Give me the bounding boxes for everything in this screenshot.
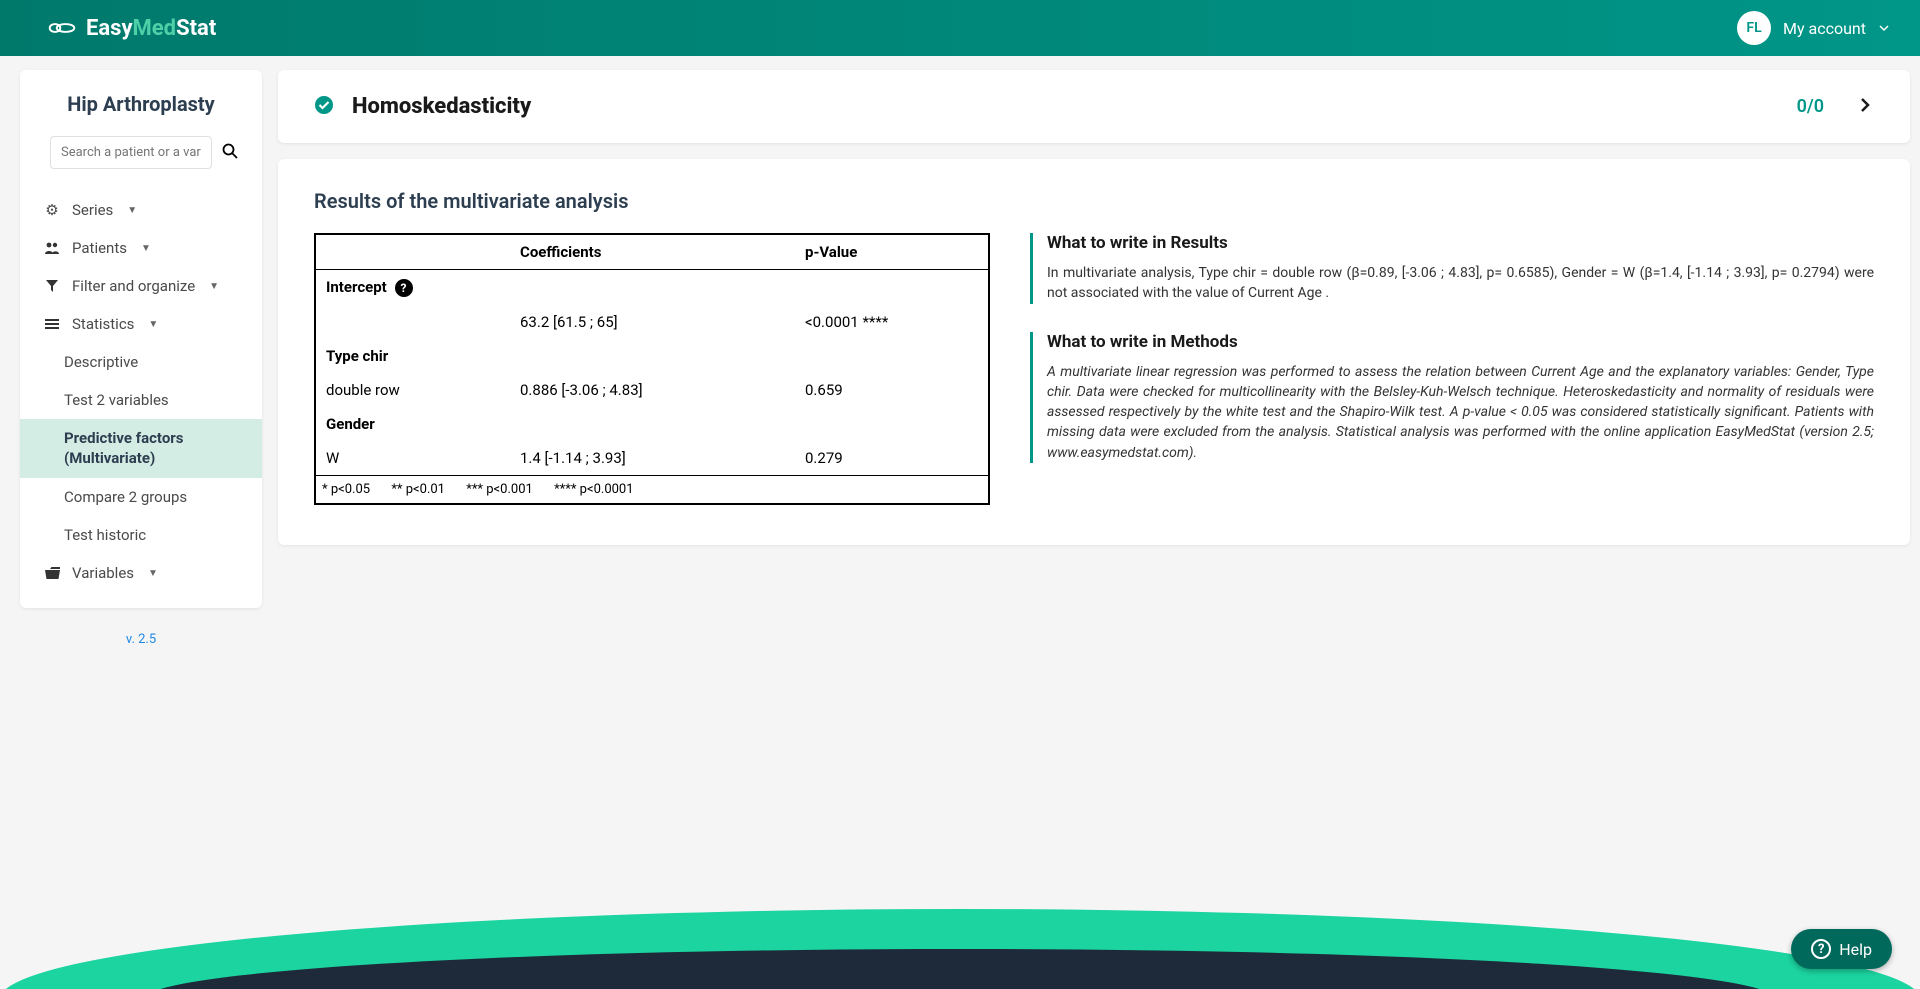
nav-label: Series	[72, 201, 113, 219]
explain-results-block: What to write in Results In multivariate…	[1030, 233, 1874, 304]
logo-icon	[48, 19, 76, 37]
nav-sub-descriptive[interactable]: Descriptive	[20, 343, 262, 381]
gear-icon: ⚙	[44, 201, 60, 219]
logo-text-suffix: Stat	[176, 16, 216, 41]
col-header-empty	[315, 234, 510, 270]
homoskedasticity-counter: 0/0	[1797, 96, 1824, 117]
cell-typechir-coef: 0.886 [-3.06 ; 4.83]	[510, 373, 795, 407]
nav-item-patients[interactable]: Patients ▼	[20, 229, 262, 267]
explain-methods-text: A multivariate linear regression was per…	[1047, 362, 1874, 463]
sidebar: Hip Arthroplasty ⚙ Series ▼ Patients	[20, 70, 262, 608]
filter-icon	[44, 279, 60, 293]
nav-sub-predictive[interactable]: Predictive factors (Multivariate)	[20, 419, 262, 478]
results-panel: Results of the multivariate analysis Coe…	[278, 159, 1910, 545]
row-intercept-label: Intercept ?	[315, 270, 510, 306]
caret-icon: ▼	[209, 281, 219, 292]
significance-legend: * p<0.05 ** p<0.01 *** p<0.001 **** p<0.…	[315, 476, 989, 505]
account-label: My account	[1783, 19, 1866, 38]
cell-gender-p: 0.279	[795, 441, 989, 476]
search-button[interactable]	[222, 143, 238, 163]
explain-column: What to write in Results In multivariate…	[1030, 233, 1874, 463]
nav-label: Test historic	[64, 526, 146, 544]
main-content: Homoskedasticity 0/0 Results of the mult…	[278, 56, 1910, 545]
project-title: Hip Arthroplasty	[20, 92, 262, 136]
cell-intercept-coef: 63.2 [61.5 ; 65]	[510, 305, 795, 339]
search-icon	[222, 143, 238, 159]
help-button-label: Help	[1839, 940, 1872, 959]
help-button[interactable]: ? Help	[1791, 929, 1892, 969]
nav-label: Predictive factors (Multivariate)	[64, 429, 238, 468]
avatar: FL	[1737, 11, 1771, 45]
col-header-coefficients: Coefficients	[510, 234, 795, 270]
cell-gender-coef: 1.4 [-1.14 ; 3.93]	[510, 441, 795, 476]
logo-text-prefix: Easy	[86, 16, 133, 41]
logo[interactable]: EasyMedStat	[48, 16, 216, 41]
row-typechir-label: Type chir	[315, 339, 510, 373]
nav-label: Filter and organize	[72, 277, 195, 295]
users-icon	[44, 241, 60, 255]
account-menu[interactable]: FL My account	[1737, 11, 1890, 45]
results-title: Results of the multivariate analysis	[314, 189, 1874, 213]
results-table: Coefficients p-Value Intercept ?	[314, 233, 990, 505]
caret-icon: ▼	[127, 205, 137, 216]
sidebar-nav: ⚙ Series ▼ Patients ▼ Filter and organiz…	[20, 191, 262, 592]
nav-label: Descriptive	[64, 353, 138, 371]
nav-label: Patients	[72, 239, 127, 257]
bars-icon	[44, 318, 60, 330]
nav-item-variables[interactable]: Variables ▼	[20, 554, 262, 592]
nav-label: Statistics	[72, 315, 134, 333]
homoskedasticity-panel[interactable]: Homoskedasticity 0/0	[278, 70, 1910, 143]
nav-item-series[interactable]: ⚙ Series ▼	[20, 191, 262, 229]
logo-text-mid: Med	[133, 16, 177, 41]
cell-intercept-p: <0.0001 ****	[795, 305, 989, 339]
explain-results-title: What to write in Results	[1047, 233, 1874, 253]
explain-methods-block: What to write in Methods A multivariate …	[1030, 332, 1874, 463]
nav-label: Test 2 variables	[64, 391, 169, 409]
explain-results-text: In multivariate analysis, Type chir = do…	[1047, 263, 1874, 304]
nav-sub-testhistoric[interactable]: Test historic	[20, 516, 262, 554]
check-circle-icon	[314, 95, 334, 119]
caret-icon: ▼	[148, 568, 158, 579]
explain-methods-title: What to write in Methods	[1047, 332, 1874, 352]
search-input[interactable]	[50, 136, 212, 169]
nav-item-statistics[interactable]: Statistics ▼	[20, 305, 262, 343]
nav-label: Compare 2 groups	[64, 488, 187, 506]
help-icon: ?	[1811, 939, 1831, 959]
row-gender-sub: W	[315, 441, 510, 476]
nav-item-filter[interactable]: Filter and organize ▼	[20, 267, 262, 305]
caret-icon: ▼	[141, 243, 151, 254]
chevron-down-icon	[1878, 19, 1890, 38]
version-label: v. 2.5	[20, 632, 262, 647]
row-typechir-sub: double row	[315, 373, 510, 407]
chevron-right-icon	[1860, 97, 1870, 117]
topbar: EasyMedStat FL My account	[0, 0, 1920, 56]
help-tooltip-icon[interactable]: ?	[395, 279, 413, 297]
nav-sub-test2var[interactable]: Test 2 variables	[20, 381, 262, 419]
folder-icon	[44, 567, 60, 579]
nav-sub-compare2[interactable]: Compare 2 groups	[20, 478, 262, 516]
caret-icon: ▼	[148, 319, 158, 330]
col-header-pvalue: p-Value	[795, 234, 989, 270]
row-gender-label: Gender	[315, 407, 510, 441]
homoskedasticity-title: Homoskedasticity	[352, 94, 531, 119]
cell-typechir-p: 0.659	[795, 373, 989, 407]
nav-label: Variables	[72, 564, 134, 582]
